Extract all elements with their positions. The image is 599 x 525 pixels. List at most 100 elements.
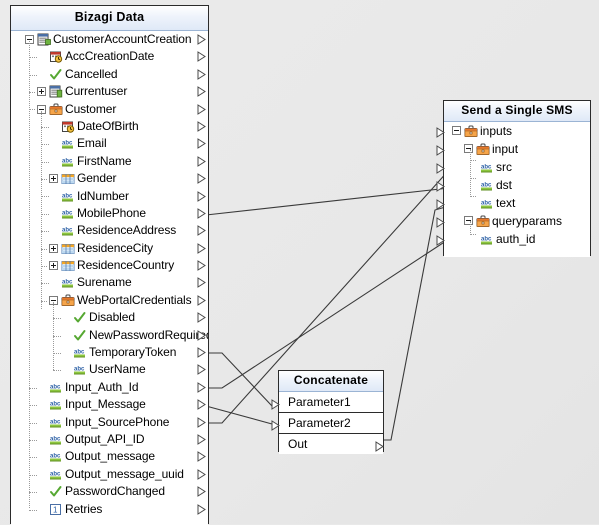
tree-item-label: MobilePhone <box>77 205 146 220</box>
tree-item-input-message[interactable]: abc Input_Message <box>11 396 208 413</box>
sms-input-port[interactable] <box>436 233 445 246</box>
tree-item-output-message-uuid[interactable]: abc Output_message_uuid <box>11 466 208 483</box>
sms-guide-tick <box>470 234 476 235</box>
tree-item-label: WebPortalCredentials <box>77 292 192 307</box>
wire-MobilePhone-to-dst[interactable] <box>205 187 450 216</box>
tree-item-port[interactable] <box>197 242 206 254</box>
wire-TemporaryToken-to-Parameter1[interactable] <box>206 352 273 407</box>
sms-input-port[interactable] <box>436 215 445 228</box>
tree-item-port[interactable] <box>197 190 206 202</box>
tree-item-acccreationdate[interactable]: AccCreationDate <box>11 48 208 65</box>
tree-item-port[interactable] <box>197 347 206 358</box>
boolean-icon <box>49 68 63 81</box>
tree-item-port[interactable] <box>197 173 206 185</box>
abc-icon: abc <box>61 224 75 237</box>
abc-icon: abc <box>61 190 75 203</box>
expand-icon[interactable] <box>49 261 58 271</box>
tree-guide-tick <box>53 370 61 372</box>
tree-item-output-api-id[interactable]: abc Output_API_ID <box>11 431 208 448</box>
collapse-icon[interactable] <box>464 216 473 225</box>
tree-item-port[interactable] <box>197 329 206 341</box>
tree-item-port[interactable] <box>197 121 206 132</box>
tree-item-port[interactable] <box>197 451 206 463</box>
tree-item-port[interactable] <box>197 503 206 515</box>
tree-item-input-sourcephone[interactable]: abc Input_SourcePhone <box>11 414 208 431</box>
tree-item-port[interactable] <box>197 312 206 324</box>
sms-row-label: src <box>496 160 512 174</box>
wire-Input_Message-to-Parameter2[interactable] <box>205 405 273 425</box>
concatenate-node[interactable]: Concatenate Parameter1 Parameter2 Out <box>271 370 384 454</box>
concatenate-input-port[interactable] <box>271 396 280 410</box>
abc-icon: abc <box>49 433 63 446</box>
sms-input-port[interactable] <box>436 161 445 174</box>
sms-row-text[interactable]: abc text <box>436 194 590 212</box>
tree-guide-line <box>29 41 30 508</box>
tree-item-cancelled[interactable]: Cancelled <box>11 66 208 83</box>
sms-node-title: Send a Single SMS <box>444 101 590 122</box>
tree-item-port[interactable] <box>197 68 206 80</box>
tree-item-label: ResidenceCountry <box>77 258 175 273</box>
tree-guide-tick <box>29 387 37 389</box>
tree-item-label: Disabled <box>89 310 135 325</box>
tree-item-port[interactable] <box>197 364 206 376</box>
sms-row-inputs[interactable]: inputs <box>436 122 590 140</box>
tree-item-port[interactable] <box>197 399 206 411</box>
tree-item-port[interactable] <box>197 86 206 98</box>
collapse-icon[interactable] <box>452 126 461 135</box>
tree-item-temporarytoken[interactable]: abc TemporaryToken <box>11 344 208 361</box>
data-tree[interactable]: CustomerAccountCreation AccCreationDate Ca… <box>11 31 208 525</box>
sms-row-queryparams[interactable]: queryparams <box>436 212 590 230</box>
tree-item-port[interactable] <box>197 155 206 167</box>
send-single-sms-node[interactable]: Send a Single SMS inputs input abc src abc ds… <box>436 100 591 257</box>
tree-item-port[interactable] <box>197 294 206 306</box>
tree-item-port[interactable] <box>197 260 206 271</box>
concatenate-node-title: Concatenate <box>279 371 383 392</box>
sms-input-port[interactable] <box>436 197 445 210</box>
tree-item-port[interactable] <box>197 51 206 63</box>
tree-item-username[interactable]: abc UserName <box>11 361 208 378</box>
tree-item-disabled[interactable]: Disabled <box>11 309 208 326</box>
expand-icon[interactable] <box>49 174 58 184</box>
concatenate-row-label: Out <box>288 437 308 451</box>
tree-item-label: TemporaryToken <box>89 345 177 360</box>
tree-item-port[interactable] <box>197 434 206 445</box>
sms-row-auth_id[interactable]: abc auth_id <box>436 230 590 248</box>
concatenate-input-port[interactable] <box>271 417 280 431</box>
tree-item-passwordchanged[interactable]: PasswordChanged <box>11 483 208 500</box>
tree-item-customeraccountcreation[interactable]: CustomerAccountCreation <box>11 31 208 48</box>
tree-item-newpasswordrequired[interactable]: NewPasswordRequired <box>11 327 208 344</box>
abc-icon: abc <box>61 276 75 289</box>
concatenate-row-parameter1[interactable]: Parameter1 <box>271 392 383 412</box>
sms-input-port[interactable] <box>436 143 445 156</box>
concatenate-output-port[interactable] <box>375 438 384 452</box>
sms-row-input[interactable]: input <box>436 140 590 158</box>
tree-item-output-message[interactable]: abc Output_message <box>11 448 208 465</box>
sms-row-dst[interactable]: abc dst <box>436 176 590 194</box>
collapse-icon[interactable] <box>464 144 473 153</box>
tree-item-port[interactable] <box>197 277 206 289</box>
expand-icon[interactable] <box>37 87 46 97</box>
tree-item-port[interactable] <box>197 225 206 237</box>
tree-item-port[interactable] <box>197 34 206 45</box>
tree-item-input-auth-id[interactable]: abc Input_Auth_Id <box>11 379 208 396</box>
sms-input-port[interactable] <box>436 125 445 138</box>
table-icon <box>61 172 75 185</box>
tree-item-port[interactable] <box>197 207 206 219</box>
tree-item-retries[interactable]: 1 Retries <box>11 501 208 518</box>
wire-Input_Auth_Id-to-auth_id[interactable] <box>206 238 450 389</box>
tree-item-port[interactable] <box>197 416 206 428</box>
tree-item-label: IdNumber <box>77 188 129 203</box>
concatenate-row-parameter2[interactable]: Parameter2 <box>271 412 383 433</box>
tree-item-port[interactable] <box>197 103 206 115</box>
tree-item-port[interactable] <box>197 381 206 393</box>
sms-input-port[interactable] <box>436 179 445 192</box>
tree-item-port[interactable] <box>197 138 206 150</box>
expand-icon[interactable] <box>49 243 58 253</box>
tree-guide-tick <box>29 457 37 459</box>
tree-item-port[interactable] <box>197 468 206 480</box>
tree-item-port[interactable] <box>197 486 206 498</box>
tree-guide-tick <box>29 509 37 511</box>
concatenate-row-out[interactable]: Out <box>279 433 384 454</box>
sms-row-src[interactable]: abc src <box>436 158 590 176</box>
tree-item-currentuser[interactable]: Currentuser <box>11 83 208 100</box>
